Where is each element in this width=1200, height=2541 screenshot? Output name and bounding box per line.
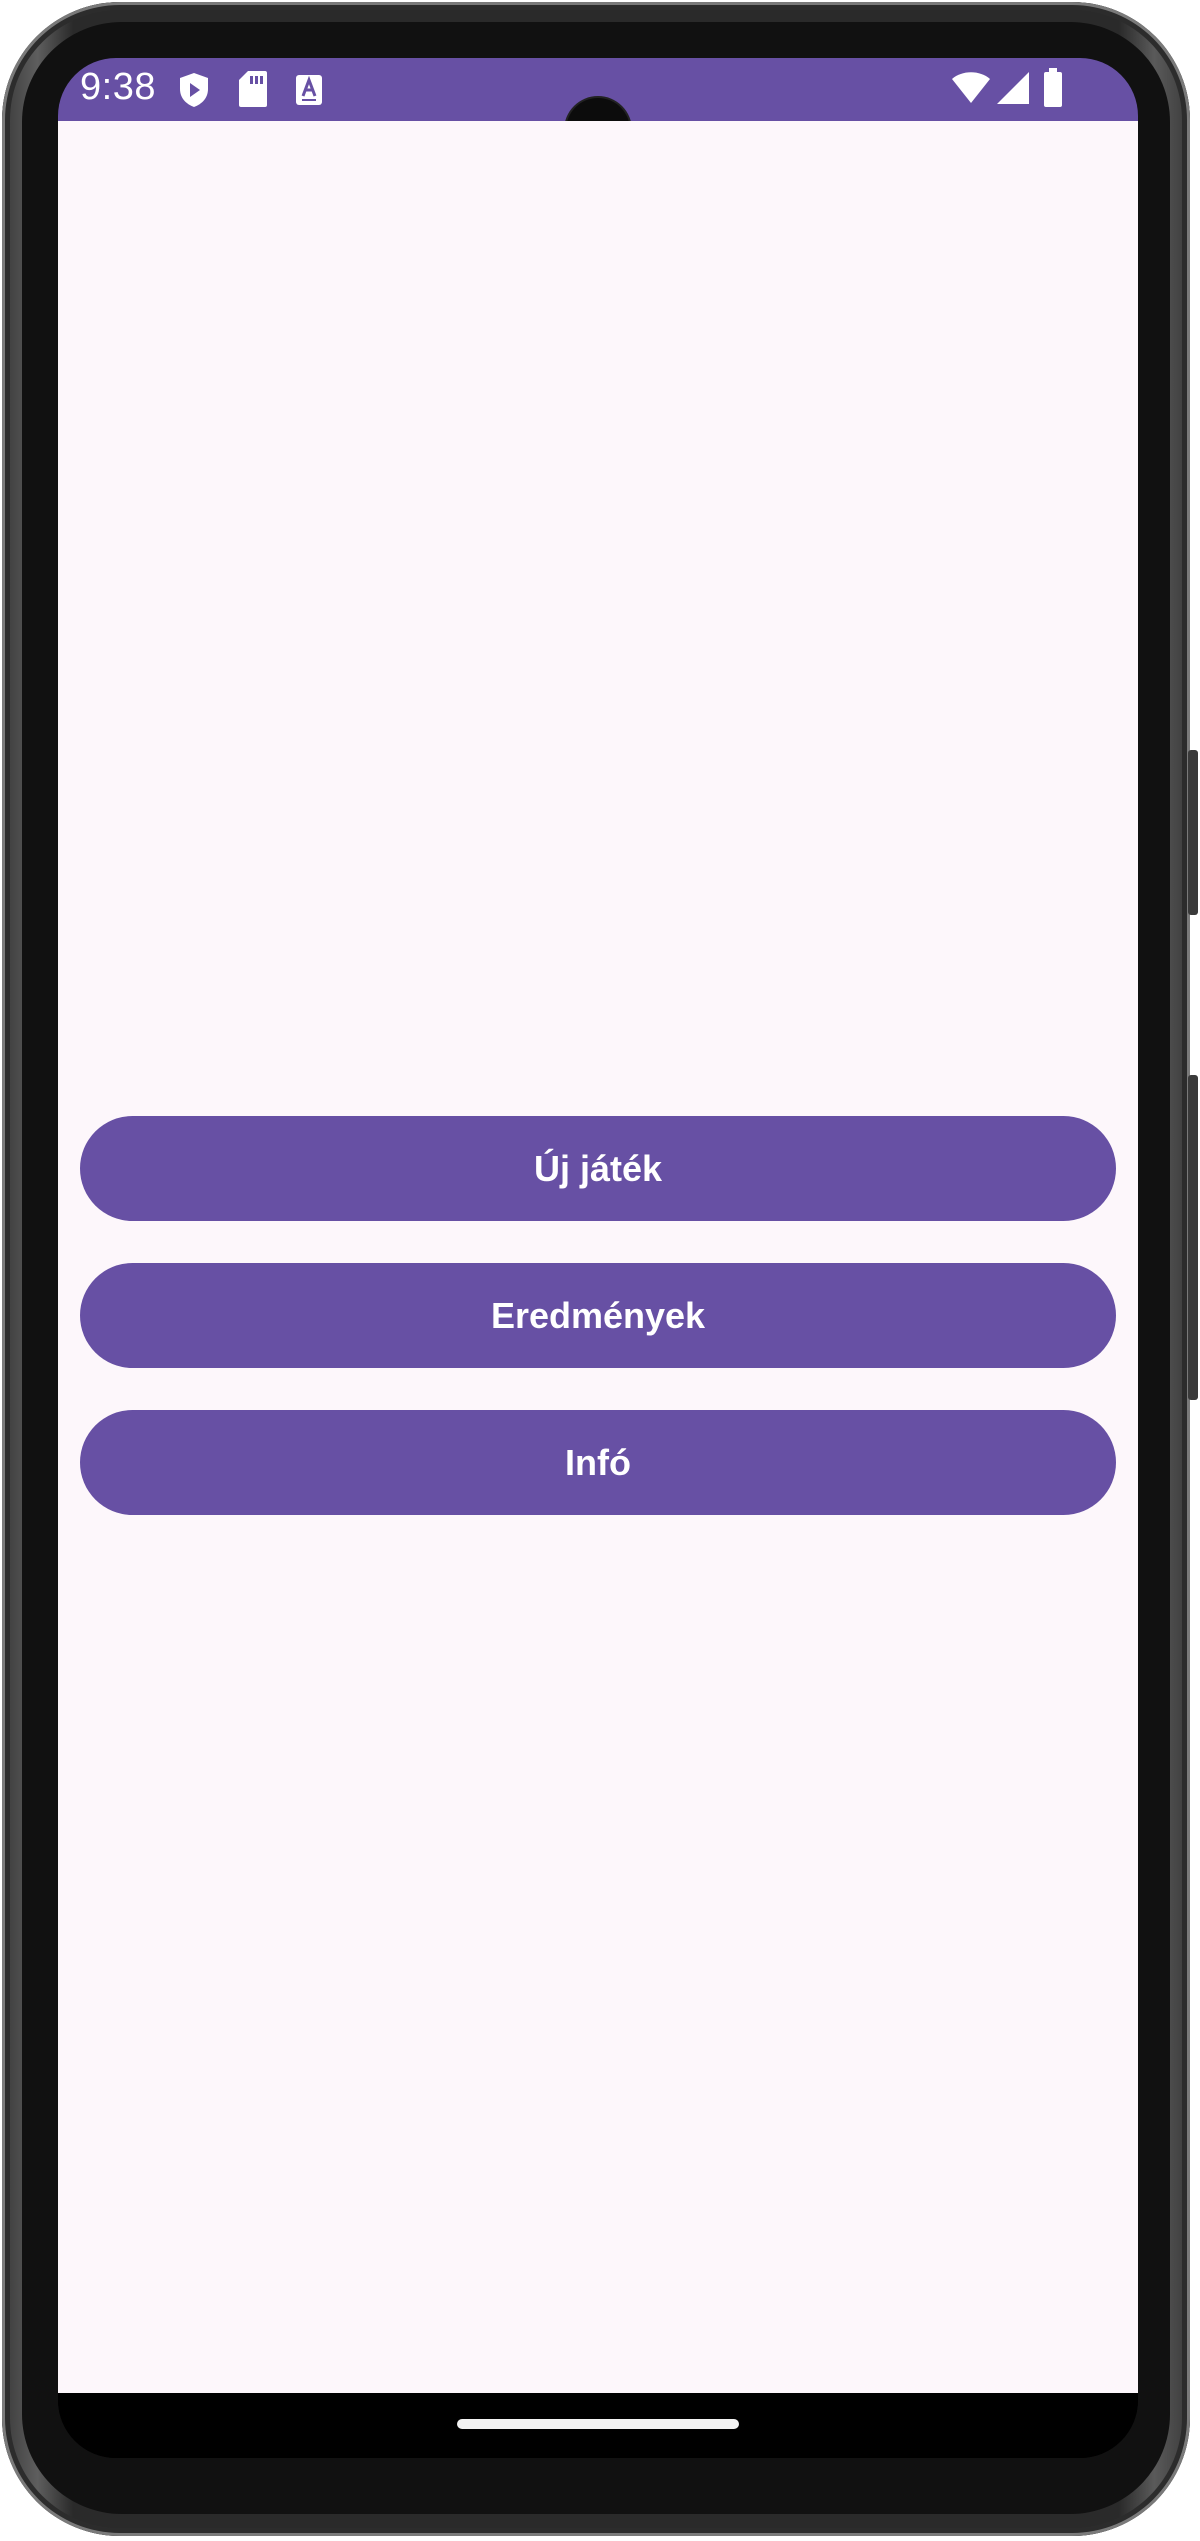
battery-icon: [1044, 68, 1062, 107]
wifi-icon: [952, 72, 990, 103]
navigation-bar: [58, 2393, 1138, 2458]
phone-device: 9:38 Új játék Eredmények Infó: [0, 0, 1200, 2541]
power-button: [1188, 1075, 1198, 1400]
info-button[interactable]: Infó: [80, 1410, 1116, 1515]
sd-card-icon: [239, 71, 267, 107]
home-indicator[interactable]: [457, 2419, 739, 2429]
new-game-button[interactable]: Új játék: [80, 1116, 1116, 1221]
volume-button: [1188, 750, 1198, 915]
keyboard-a-icon: [296, 75, 322, 105]
app-content: Új játék Eredmények Infó: [58, 121, 1138, 2393]
status-time: 9:38: [80, 66, 156, 108]
screen: 9:38 Új játék Eredmények Infó: [58, 58, 1138, 2458]
cellular-signal-icon: [997, 72, 1029, 104]
play-protect-icon: [180, 73, 208, 107]
results-button[interactable]: Eredmények: [80, 1263, 1116, 1368]
